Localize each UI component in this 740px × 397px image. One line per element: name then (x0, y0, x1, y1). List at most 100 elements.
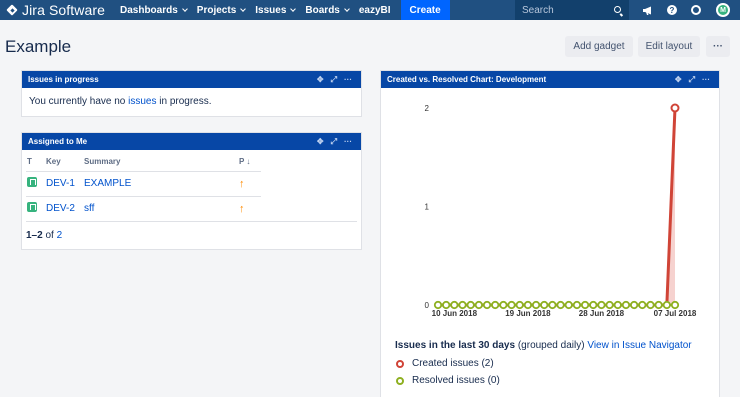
issue-table-wrap: T Key Summary P ↓ DEV-1 EXAMPLE ↑ DEV-2 … (22, 150, 361, 221)
resolved-point (515, 300, 524, 310)
resolved-point (605, 300, 614, 310)
column-type[interactable]: T (26, 152, 46, 171)
move-icon[interactable]: ✥ (675, 75, 682, 84)
column-summary[interactable]: Summary (84, 152, 239, 171)
resolved-point (670, 300, 680, 310)
gadget-header: Assigned to Me ✥ ⤢ ··· (22, 133, 361, 150)
legend-label: Created issues (2) (412, 358, 494, 369)
pagination-total-link[interactable]: 2 (57, 230, 63, 241)
resolved-point (450, 300, 459, 310)
summary-note: (grouped daily) (515, 340, 588, 351)
column-key[interactable]: Key (46, 152, 84, 171)
create-button[interactable]: Create (400, 0, 450, 20)
resolved-point (630, 300, 639, 310)
issue-summary-link[interactable]: EXAMPLE (84, 178, 131, 189)
settings-button[interactable] (689, 3, 703, 17)
issue-navigator-link[interactable]: View in Issue Navigator (587, 340, 691, 351)
priority-high-icon: ↑ (239, 177, 245, 190)
story-icon (27, 202, 37, 213)
maximize-icon[interactable]: ⤢ (331, 75, 337, 85)
help-icon: ? (667, 5, 677, 15)
gadget-body: You currently have no issues in progress… (22, 88, 361, 113)
issue-key-link[interactable]: DEV-1 (46, 178, 75, 189)
gadget-header: Issues in progress ✥ ⤢ ··· (22, 71, 361, 88)
resolved-point (491, 300, 500, 310)
more-icon[interactable]: ··· (344, 137, 352, 146)
gadget-title: Created vs. Resolved Chart: Development (387, 75, 547, 84)
resolved-point (474, 300, 483, 310)
jira-logo[interactable]: Jira Software (0, 0, 105, 20)
more-options-button[interactable]: ··· (706, 36, 730, 57)
nav-projects[interactable]: Projects (193, 0, 249, 20)
story-icon (27, 177, 37, 187)
resolved-point (466, 300, 475, 310)
maximize-icon[interactable]: ⤢ (689, 75, 695, 85)
issue-table: T Key Summary P ↓ DEV-1 EXAMPLE ↑ DEV-2 … (26, 152, 357, 221)
help-button[interactable]: ? (665, 3, 679, 17)
x-tick-label: 07 Jul 2018 (654, 309, 697, 318)
maximize-icon[interactable]: ⤢ (331, 137, 337, 147)
chart-legend: Created issues (2) Resolved issues (0) (396, 352, 500, 386)
gadget-issues-in-progress: Issues in progress ✥ ⤢ ··· You currently… (21, 70, 362, 117)
profile-button[interactable]: M (716, 3, 730, 17)
add-gadget-button[interactable]: Add gadget (565, 36, 633, 57)
resolved-point (581, 300, 590, 310)
gear-icon (691, 5, 701, 15)
summary-bold: Issues in the last 30 days (395, 340, 516, 351)
empty-text-before: You currently have no (29, 96, 129, 107)
chevron-down-icon (344, 5, 350, 12)
issue-summary-link[interactable]: sff (84, 203, 94, 214)
top-navigation: Jira Software Dashboards Projects Issues… (0, 0, 740, 20)
avatar-initial: M (718, 5, 728, 15)
edit-layout-button[interactable]: Edit layout (638, 36, 700, 57)
resolved-point (654, 300, 663, 310)
search-input[interactable]: Search (515, 0, 629, 20)
nav-eazybi-label: eazyBI (358, 4, 391, 16)
created-vs-resolved-chart: 0 1 2 10 Jun 2018 19 Jun 2018 28 Jun 2018 07 J… (425, 103, 697, 318)
pagination-range: 1–2 (26, 230, 43, 241)
resolved-marker-icon (396, 376, 404, 385)
chevron-down-icon (240, 5, 247, 12)
page-title: Example (5, 37, 72, 56)
legend-label: Resolved issues (0) (412, 375, 500, 386)
nav-issues-label: Issues (255, 4, 287, 16)
move-icon[interactable]: ✥ (317, 137, 324, 146)
move-icon[interactable]: ✥ (317, 75, 324, 84)
nav-eazybi[interactable]: eazyBI (355, 0, 395, 20)
resolved-point (499, 300, 508, 310)
more-icon[interactable]: ··· (702, 75, 710, 84)
gadget-title: Issues in progress (28, 75, 99, 84)
gadget-assigned-to-me: Assigned to Me ✥ ⤢ ··· T Key Summary P ↓ (21, 132, 362, 250)
resolved-point (662, 300, 671, 310)
chart-summary: Issues in the last 30 days (grouped dail… (395, 340, 692, 351)
resolved-point (482, 300, 492, 310)
nav-dashboards[interactable]: Dashboards (116, 0, 191, 20)
created-marker-icon (396, 359, 404, 368)
issues-link[interactable]: issues (128, 96, 156, 107)
y-tick-label: 2 (425, 104, 430, 113)
search-icon (614, 6, 621, 13)
nav-dashboards-label: Dashboards (120, 4, 178, 16)
resolved-point (540, 300, 549, 310)
logo-text: Jira Software (22, 2, 105, 18)
resolved-point (548, 300, 557, 310)
column-priority[interactable]: P ↓ (239, 152, 261, 171)
resolved-point (523, 300, 532, 310)
nav-boards[interactable]: Boards (301, 0, 352, 20)
priority-high-icon: ↑ (239, 202, 245, 215)
nav-issues[interactable]: Issues (251, 0, 299, 20)
legend-item-created: Created issues (2) (396, 358, 500, 369)
jira-icon (6, 4, 18, 16)
created-point (670, 103, 680, 113)
table-row: DEV-1 EXAMPLE ↑ (26, 170, 357, 196)
issue-key-link[interactable]: DEV-2 (46, 203, 75, 214)
more-icon[interactable]: ··· (344, 75, 352, 84)
resolved-point (507, 300, 516, 310)
notifications-button[interactable] (641, 3, 655, 17)
megaphone-icon (643, 6, 651, 15)
resolved-point (613, 300, 622, 310)
resolved-point (638, 300, 647, 310)
x-tick-label: 10 Jun 2018 (432, 309, 478, 318)
resolved-point (458, 300, 467, 310)
resolved-point (531, 300, 541, 310)
